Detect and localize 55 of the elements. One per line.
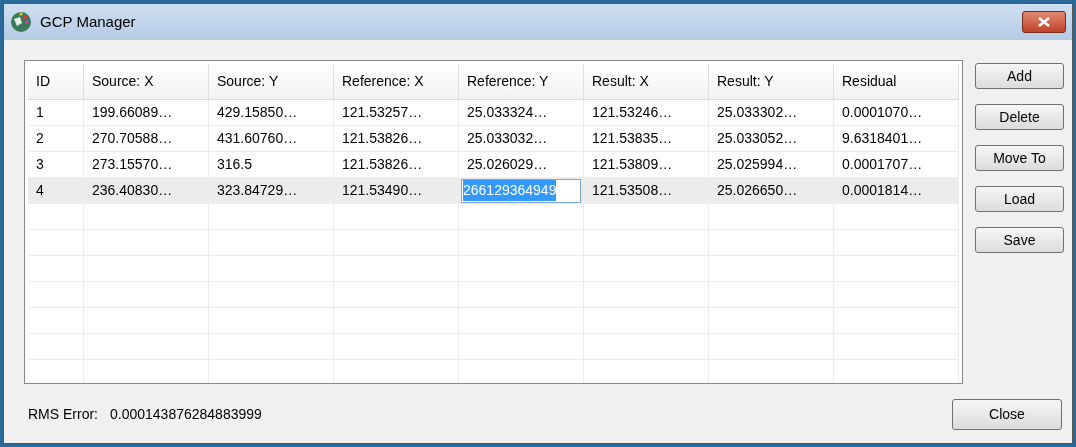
table-cell: 121.53826… [334,152,459,177]
column-header[interactable]: Source: X [84,64,209,99]
table-cell: 0.0001070… [834,100,959,125]
table-cell: 323.84729… [209,178,334,203]
table-cell: 25.026029… [459,152,584,177]
table-cell: 121.53246… [584,100,709,125]
table-cell: 429.15850… [209,100,334,125]
column-header[interactable]: Result: Y [709,64,834,99]
table-cell: 25.033302… [709,100,834,125]
side-button[interactable]: Add [975,63,1064,89]
window-title: GCP Manager [40,11,136,32]
rms-label: RMS Error: [28,404,99,424]
column-header[interactable]: ID [28,64,84,99]
table-cell: 273.15570… [84,152,209,177]
table-cell: 121.53257… [334,100,459,125]
table-row[interactable]: 1 199.66089… 429.15850… 121.53257… 25.033324… 121.53246… 25.033302… 0.0001070… [28,100,959,126]
table-cell: 9.6318401… [834,126,959,151]
table-cell: 121.53490… [334,178,459,203]
table-cell: 199.66089… [84,100,209,125]
column-header[interactable]: Residual [834,64,959,99]
table-cell: 2 [28,126,84,151]
close-button[interactable]: Close [952,398,1062,430]
table-cell: 121.53835… [584,126,709,151]
side-button[interactable]: Delete [975,104,1064,130]
column-header[interactable]: Reference: X [334,64,459,99]
column-header[interactable]: Result: X [584,64,709,99]
table-row[interactable]: 2 270.70588… 431.60760… 121.53826… 25.033032… 121.53835… 25.033052… 9.6318401… [28,126,959,152]
table-cell: 0.0001814… [834,178,959,203]
column-header[interactable]: Reference: Y [459,64,584,99]
close-window-button[interactable] [1022,11,1066,33]
table-cell: 121.53809… [584,152,709,177]
table-cell: 121.53826… [334,126,459,151]
table-cell: 25.033052… [709,126,834,151]
side-button[interactable]: Move To [975,145,1064,171]
table-cell: 4 [28,178,84,203]
column-header[interactable]: Source: Y [209,64,334,99]
side-button[interactable]: Save [975,227,1064,253]
table-row[interactable]: 4 236.40830… 323.84729… 121.53490… 266129364949 121.53508… 25.026650… 0.0001814… [28,178,959,204]
table-cell: 25.025994… [709,152,834,177]
table-cell: 121.53508… [584,178,709,203]
rms-value: 0.000143876284883999 [110,404,262,424]
table-cell: 236.40830… [84,178,209,203]
table-cell: 316.5 [209,152,334,177]
side-button[interactable]: Load [975,186,1064,212]
table-cell: 0.0001707… [834,152,959,177]
table-cell: 25.033324… [459,100,584,125]
table-cell: 1 [28,100,84,125]
table-cell: 25.033032… [459,126,584,151]
table-cell: 25.026650… [709,178,834,203]
table-row[interactable]: 3 273.15570… 316.5 121.53826… 25.026029… 121.53809… 25.025994… 0.0001707… [28,152,959,178]
table-cell: 270.70588… [84,126,209,151]
table-cell: 431.60760… [209,126,334,151]
close-icon [1038,17,1050,27]
table-cell: 3 [28,152,84,177]
globe-icon [10,11,32,33]
